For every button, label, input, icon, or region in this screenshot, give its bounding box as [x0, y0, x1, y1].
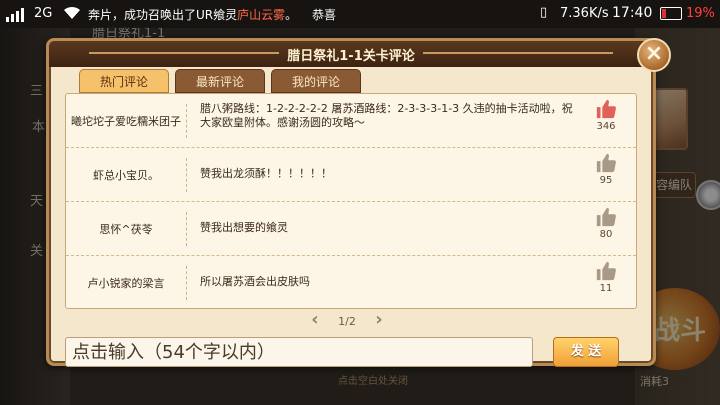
comment-input[interactable] [72, 338, 532, 366]
pagination: ‹ 1/2 › [307, 311, 387, 331]
like-count: 95 [599, 175, 613, 186]
ticker-suffix: 。 [285, 8, 298, 22]
comment-text: 所以屠苏酒会出皮肤吗 [200, 275, 310, 288]
comment-text: 赞我出龙须酥！！！！！！ [200, 167, 332, 180]
like-button[interactable]: 346 [586, 98, 626, 132]
wifi-icon [62, 4, 82, 24]
vibrate-icon: ▯ [540, 5, 548, 20]
comment-username: 曦坨坨子爱吃糯米团子 [71, 115, 181, 128]
thumbs-up-icon [596, 207, 616, 227]
dialog-title: 腊日祭礼1-1关卡评论 [287, 49, 415, 64]
comment-list[interactable]: 曦坨坨子爱吃糯米团子 腊八粥路线：1-2-2-2-2-2 屠苏酒路线：2-3-3… [65, 93, 637, 309]
comment-row: 思怀^茯苓 赞我出想要的飨灵 80 [66, 202, 636, 256]
like-count: 80 [599, 229, 613, 240]
column-divider [186, 104, 187, 138]
close-dialog-button[interactable]: × [637, 38, 671, 72]
dialog-header: 腊日祭礼1-1关卡评论 [49, 41, 653, 67]
like-count: 11 [599, 283, 613, 294]
prev-page-arrow-icon[interactable]: ‹ [307, 311, 323, 330]
tab-latest-comments[interactable]: 最新评论 [175, 69, 265, 93]
clock: 17:40 [612, 5, 653, 21]
comment-row: 卢小锐家的梁言 所以屠苏酒会出皮肤吗 11 [66, 256, 636, 308]
battery-icon [660, 7, 682, 20]
page-indicator: 1/2 [338, 314, 356, 328]
thumbs-up-icon [596, 261, 616, 281]
next-page-arrow-icon[interactable]: › [371, 311, 387, 330]
battery-level [662, 9, 666, 18]
comment-username: 虾总小宝贝。 [93, 169, 159, 182]
comment-row: 虾总小宝贝。 赞我出龙须酥！！！！！！ 95 [66, 148, 636, 202]
comment-row: 曦坨坨子爱吃糯米团子 腊八粥路线：1-2-2-2-2-2 屠苏酒路线：2-3-3… [66, 94, 636, 148]
signal-strength-icon [6, 6, 28, 22]
like-button[interactable]: 80 [586, 206, 626, 240]
like-count: 346 [596, 121, 616, 132]
ticker-congrats: 恭喜 [312, 8, 337, 22]
column-divider [186, 212, 187, 246]
network-speed: 7.36K/s [560, 6, 609, 21]
comment-tabs: 热门评论 最新评论 我的评论 [79, 69, 361, 95]
comment-text: 腊八粥路线：1-2-2-2-2-2 屠苏酒路线：2-3-3-3-1-3 久违的抽… [200, 102, 573, 129]
network-type: 2G [34, 6, 53, 21]
thumbs-up-icon [596, 153, 616, 173]
like-button[interactable]: 11 [586, 260, 626, 294]
ticker-highlight: 庐山云雾 [237, 8, 286, 22]
column-divider [186, 158, 187, 192]
battery-percent: 19% [686, 6, 715, 21]
like-button[interactable]: 95 [586, 152, 626, 186]
tab-hot-comments[interactable]: 热门评论 [79, 69, 169, 93]
comment-username: 卢小锐家的梁言 [87, 277, 165, 290]
ticker-prefix: 奔片，成功召唤出了UR飨灵 [88, 8, 238, 22]
comment-input-wrapper [65, 337, 533, 367]
comment-username: 思怀^茯苓 [99, 223, 153, 236]
thumbs-up-icon [596, 99, 616, 119]
comment-text: 赞我出想要的飨灵 [200, 221, 288, 234]
comment-dialog: 腊日祭礼1-1关卡评论 热门评论 最新评论 我的评论 曦坨坨子爱吃糯米团子 腊八… [46, 38, 656, 367]
column-divider [186, 266, 187, 300]
send-button[interactable]: 发 送 [553, 337, 619, 367]
tab-my-comments[interactable]: 我的评论 [271, 69, 361, 93]
system-status-bar: 2G 奔片，成功召唤出了UR飨灵庐山云雾。 恭喜 ▯ 7.36K/s 17:40… [0, 0, 720, 28]
